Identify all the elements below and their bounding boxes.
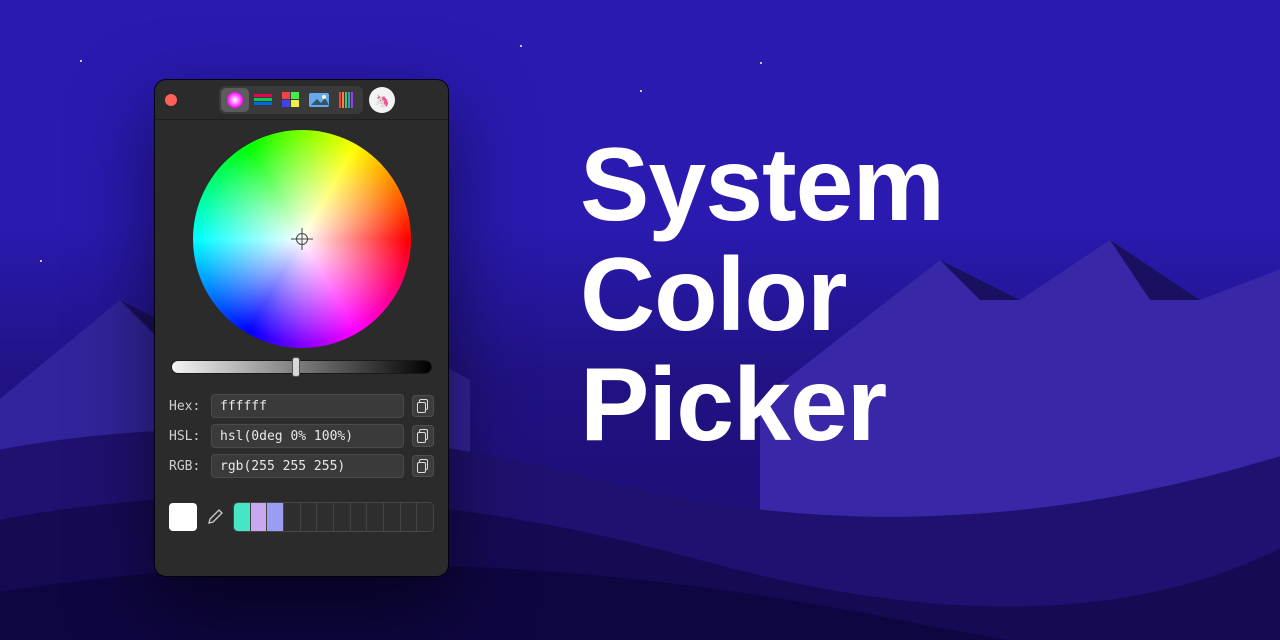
- tab-image[interactable]: [305, 88, 333, 112]
- tab-extra[interactable]: 🦄: [369, 87, 395, 113]
- titlebar: 🦄: [155, 80, 448, 120]
- tab-palettes[interactable]: [277, 88, 305, 112]
- swatch-cell[interactable]: [267, 503, 284, 531]
- hsl-input[interactable]: [211, 424, 404, 448]
- picker-indicator[interactable]: [296, 233, 308, 245]
- current-color-swatch[interactable]: [169, 503, 197, 531]
- tab-color-wheel[interactable]: [221, 88, 249, 112]
- close-window-button[interactable]: [165, 94, 177, 106]
- hero-title: System Color Picker: [580, 130, 944, 461]
- copy-hex-button[interactable]: [412, 395, 434, 417]
- tab-pencils[interactable]: [333, 88, 361, 112]
- swatch-cell[interactable]: [251, 503, 268, 531]
- hex-input[interactable]: [211, 394, 404, 418]
- color-wheel[interactable]: [193, 130, 411, 348]
- swatch-cell[interactable]: [317, 503, 334, 531]
- swatch-cell[interactable]: [367, 503, 384, 531]
- copy-rgb-button[interactable]: [412, 455, 434, 477]
- color-picker-window: 🦄 Hex: HSL: RGB:: [155, 80, 448, 576]
- swatch-cell[interactable]: [384, 503, 401, 531]
- picker-mode-tabs: [219, 86, 363, 114]
- rgb-label: RGB:: [169, 459, 203, 474]
- rgb-input[interactable]: [211, 454, 404, 478]
- eyedropper-button[interactable]: [205, 507, 225, 527]
- saved-swatches: [233, 502, 434, 532]
- slider-knob[interactable]: [292, 357, 300, 377]
- swatch-cell[interactable]: [234, 503, 251, 531]
- swatch-cell[interactable]: [334, 503, 351, 531]
- copy-hsl-button[interactable]: [412, 425, 434, 447]
- swatch-cell[interactable]: [284, 503, 301, 531]
- swatch-cell[interactable]: [417, 503, 433, 531]
- brightness-slider[interactable]: [171, 360, 432, 374]
- swatch-cell[interactable]: [351, 503, 368, 531]
- swatch-cell[interactable]: [401, 503, 418, 531]
- hex-label: Hex:: [169, 399, 203, 414]
- tab-sliders[interactable]: [249, 88, 277, 112]
- hsl-label: HSL:: [169, 429, 203, 444]
- svg-text:🦄: 🦄: [375, 94, 390, 108]
- swatch-cell[interactable]: [301, 503, 318, 531]
